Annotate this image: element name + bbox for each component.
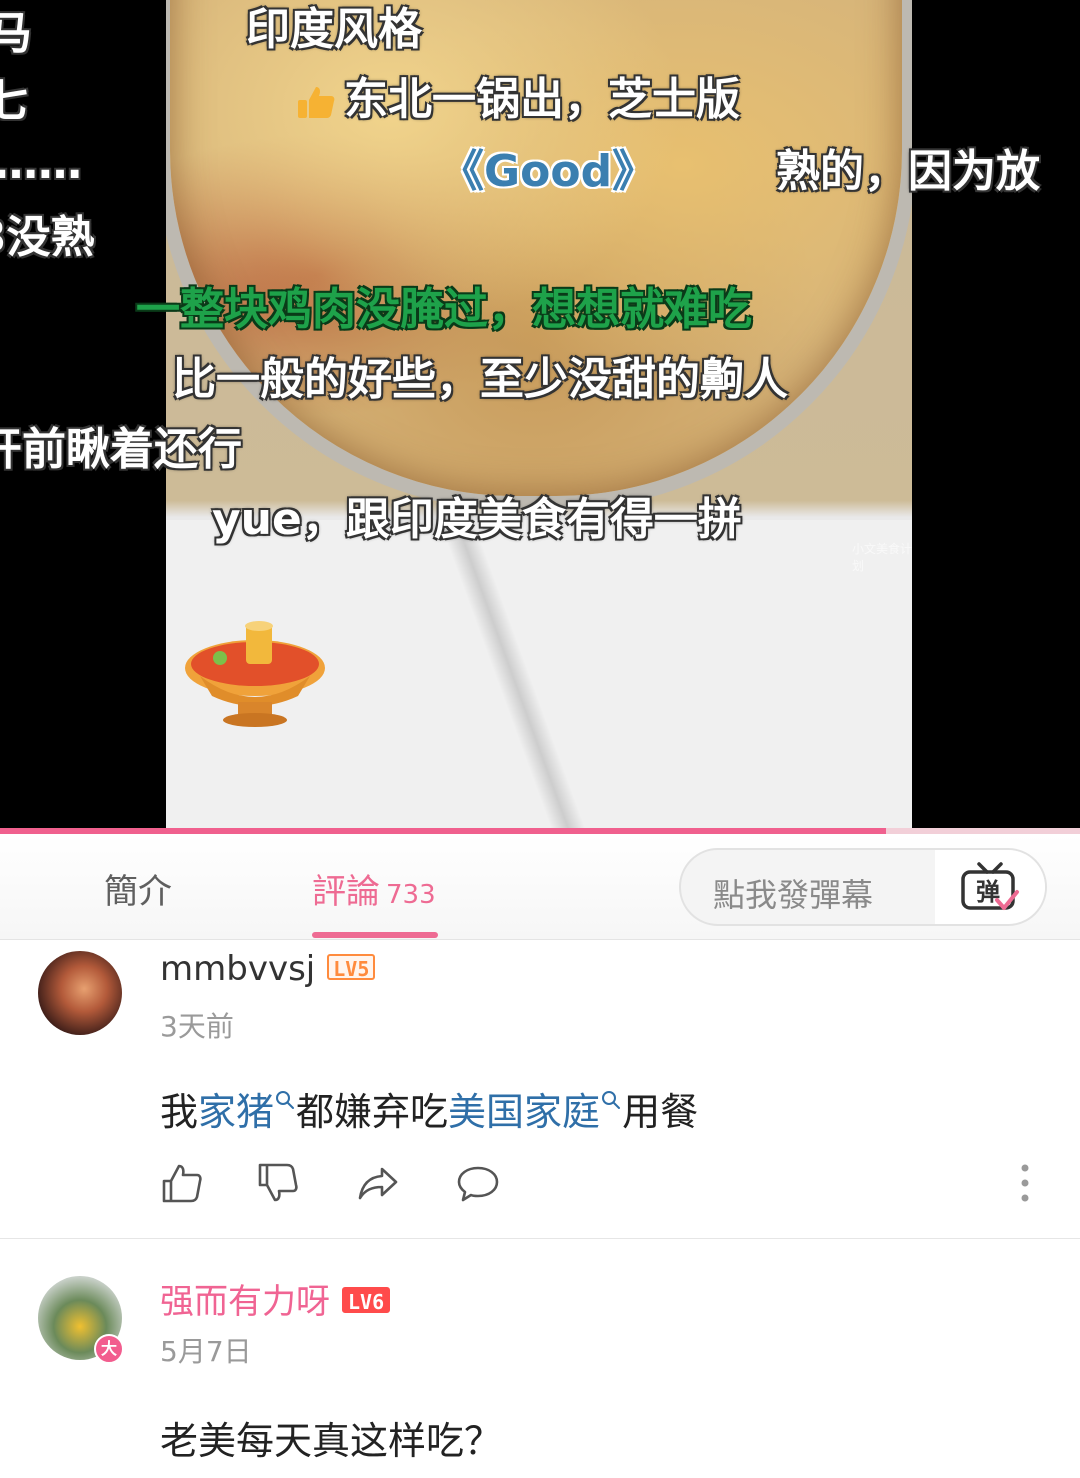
danmaku-input-placeholder: 點我發彈幕	[713, 876, 874, 914]
danmaku-comment: 比一般的好些，至少没甜的齁人	[172, 354, 788, 405]
like-icon[interactable]	[160, 1161, 204, 1205]
danmaku-comment: 印度风格	[246, 4, 422, 55]
vip-badge: 大	[94, 1334, 124, 1364]
comment-actions	[160, 1161, 1060, 1211]
comment-item: 大 强而有力呀 LV6 5月7日 老美每天真这样吃？	[0, 1240, 1080, 1478]
danmaku-input[interactable]: 點我發彈幕 弹	[679, 848, 1047, 926]
comment-count: 733	[386, 880, 436, 910]
comment-text: 用餐	[622, 1090, 699, 1134]
danmaku-comment: 东北一锅出，芝士版	[296, 78, 740, 122]
danmaku-comment: 马	[0, 8, 32, 59]
danmaku-comment: yue，跟印度美食有得一拼	[212, 494, 742, 545]
danmaku-comment: ……	[0, 138, 82, 189]
thumbs-up-emoji-icon	[298, 87, 335, 118]
comment-username[interactable]: mmbvvsj LV5	[160, 949, 376, 989]
danmaku-comment: 熟的，因为放	[776, 146, 1040, 197]
active-tab-indicator	[312, 932, 438, 938]
level-badge: LV5	[327, 954, 376, 981]
search-icon	[602, 1091, 621, 1109]
tab-bar: 簡介 評論 733 點我發彈幕 弹	[0, 834, 1080, 940]
avatar[interactable]	[38, 951, 122, 1035]
comment-content: 我家猪 都嫌弃吃美国家庭 用餐	[160, 1081, 698, 1136]
danmaku-comment: 开前瞅着还行	[0, 424, 242, 475]
search-keyword-link[interactable]: 美国家庭	[448, 1090, 600, 1134]
video-watermark: 小文美食计划	[852, 542, 912, 573]
danmaku-tv-icon: 弹	[961, 862, 1019, 910]
danmaku-text: 东北一锅出，芝士版	[344, 74, 740, 125]
danmaku-comment: 《Good》	[440, 146, 657, 197]
comment-text: 我	[160, 1090, 199, 1134]
hotpot-sticker-icon	[185, 621, 325, 727]
search-icon	[276, 1091, 295, 1109]
danmaku-comment: 3没熟	[0, 212, 95, 263]
reply-icon[interactable]	[456, 1161, 500, 1205]
tab-intro[interactable]: 簡介	[104, 864, 172, 913]
danmaku-comment: 一整块鸡肉没腌过，想想就难吃	[136, 284, 752, 335]
username-text: 强而有力呀	[160, 1282, 330, 1322]
comment-text: 都嫌弃吃	[296, 1090, 449, 1134]
more-options-icon[interactable]	[1012, 1161, 1038, 1205]
comment-content: 老美每天真这样吃？	[160, 1410, 502, 1465]
tab-comments[interactable]: 評論 733	[312, 864, 436, 913]
comment-time: 3天前	[160, 1010, 234, 1043]
video-player[interactable]: 小文美食计划 印度风格 东北一锅出，芝士版 《Good》 熟的，因为放 马 七 …	[0, 0, 1080, 834]
comment-time: 5月7日	[160, 1335, 252, 1368]
comment-text: 老美每天真这样吃？	[160, 1419, 503, 1463]
comment-item: mmbvvsj LV5 3天前 我家猪 都嫌弃吃美国家庭 用餐	[0, 941, 1080, 1239]
share-icon[interactable]	[356, 1161, 400, 1205]
tab-comments-label: 評論	[312, 872, 380, 912]
username-text: mmbvvsj	[160, 949, 316, 989]
search-keyword-link[interactable]: 家猪	[198, 1090, 274, 1134]
comment-username[interactable]: 强而有力呀 LV6	[160, 1274, 391, 1323]
danmaku-comment: 七	[0, 76, 28, 127]
level-badge: LV6	[342, 1287, 391, 1314]
dislike-icon[interactable]	[256, 1161, 300, 1205]
danmaku-toggle-button[interactable]: 弹	[935, 850, 1045, 924]
